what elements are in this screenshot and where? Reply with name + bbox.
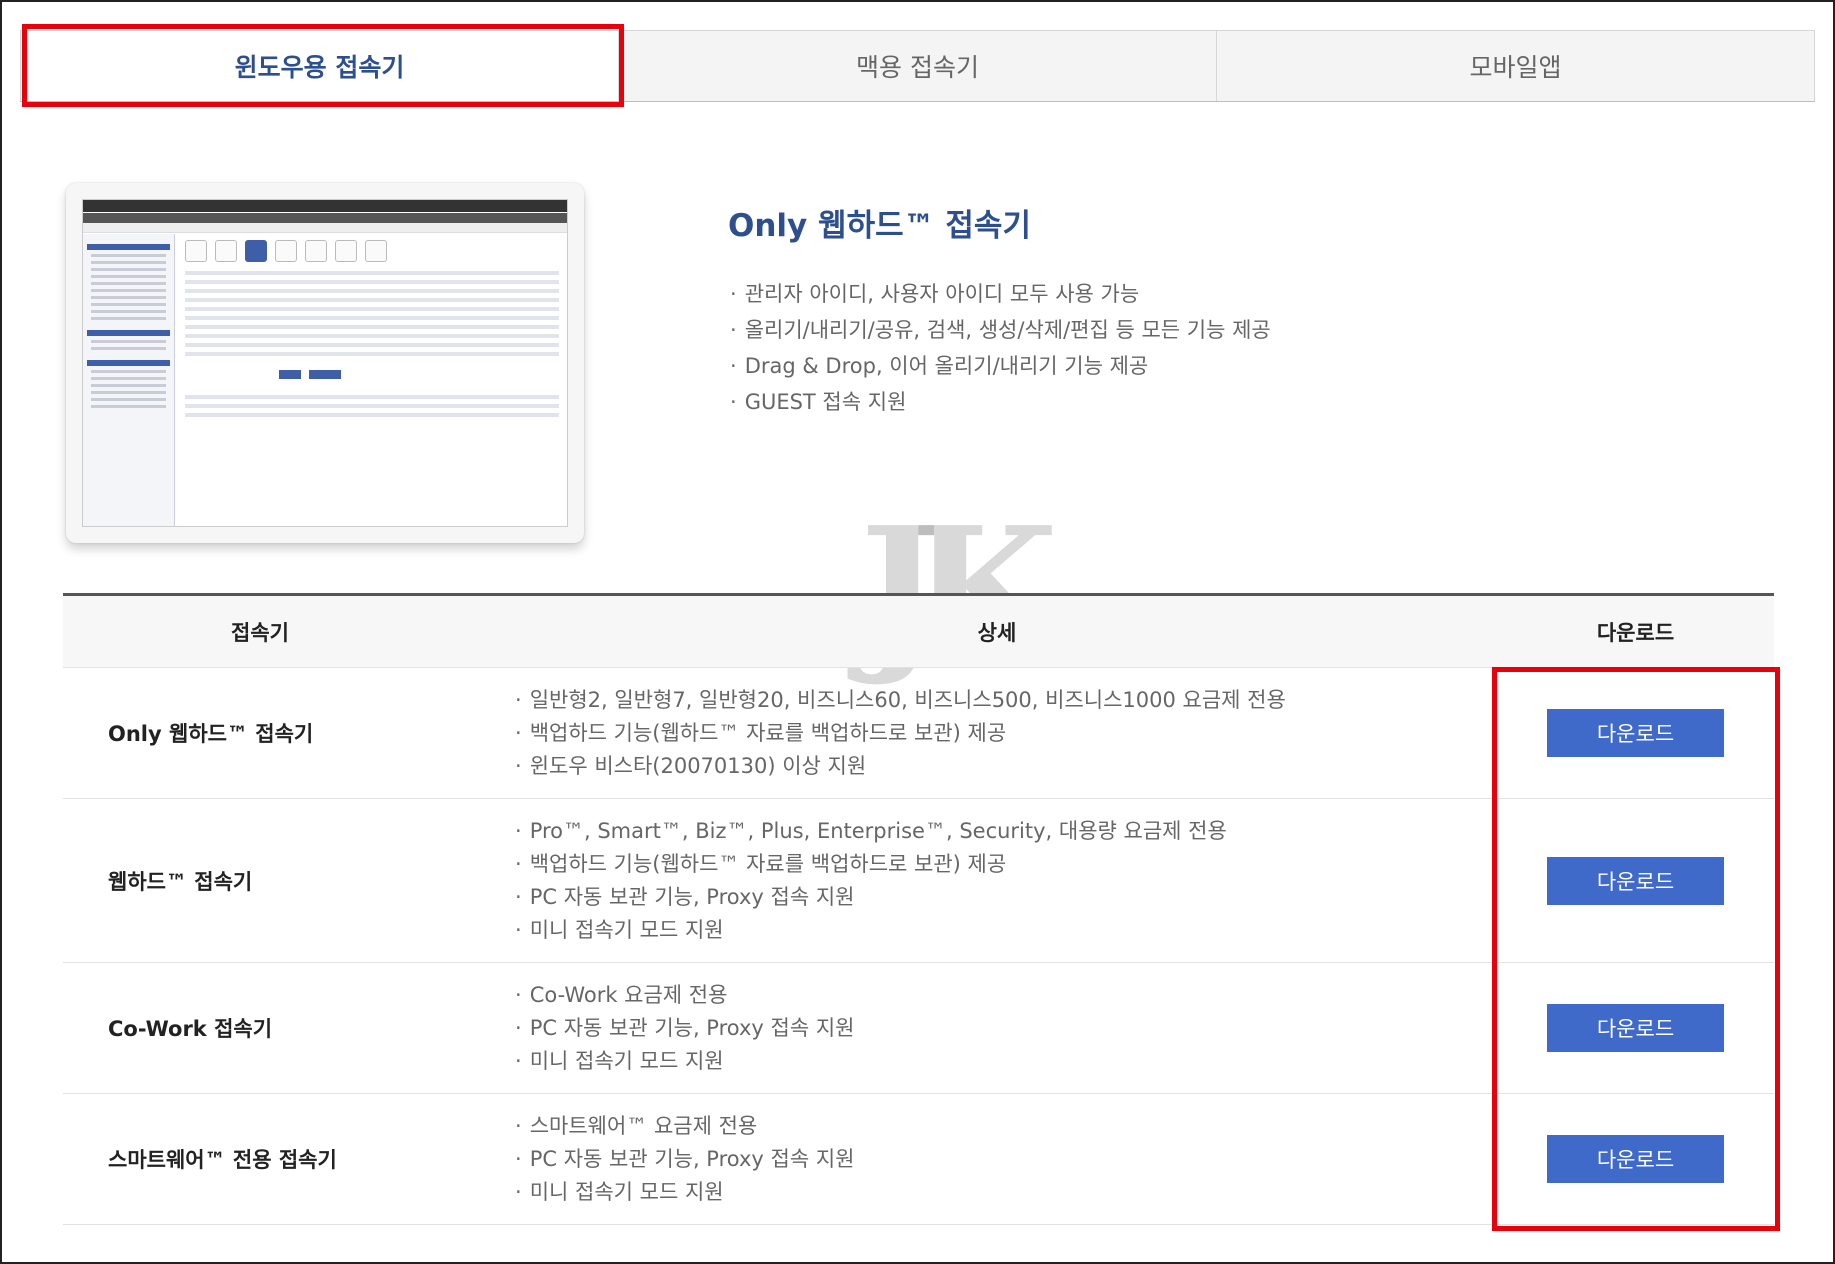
detail-item: PC 자동 보관 기능, Proxy 접속 지원	[515, 881, 1497, 914]
detail-item: 스마트웨어™ 요금제 전용	[515, 1110, 1497, 1143]
download-button-webhard[interactable]: 다운로드	[1547, 856, 1724, 905]
table-row: Co-Work 접속기 Co-Work 요금제 전용 PC 자동 보관 기능, …	[63, 963, 1774, 1094]
detail-list: Pro™, Smart™, Biz™, Plus, Enterprise™, S…	[63, 815, 1497, 947]
feature-item: 관리자 아이디, 사용자 아이디 모두 사용 가능	[730, 276, 1271, 312]
connector-preview-image	[66, 183, 584, 543]
feature-list: 관리자 아이디, 사용자 아이디 모두 사용 가능 올리기/내리기/공유, 검색…	[730, 276, 1271, 420]
tab-mobile-app[interactable]: 모바일앱	[1217, 30, 1815, 101]
header-download: 다운로드	[1596, 620, 1675, 645]
detail-item: PC 자동 보관 기능, Proxy 접속 지원	[515, 1012, 1497, 1045]
detail-item: PC 자동 보관 기능, Proxy 접속 지원	[515, 1143, 1497, 1176]
detail-item: 백업하드 기능(웹하드™ 자료를 백업하드로 보관) 제공	[515, 848, 1497, 881]
tab-mac-connector[interactable]: 맥용 접속기	[619, 30, 1217, 101]
detail-item: Pro™, Smart™, Biz™, Plus, Enterprise™, S…	[515, 815, 1497, 848]
detail-item: 윈도우 비스타(20070130) 이상 지원	[515, 750, 1497, 783]
download-button-only-webhard[interactable]: 다운로드	[1547, 709, 1724, 757]
tab-windows-connector[interactable]: 윈도우용 접속기	[20, 30, 619, 101]
download-button-smartware[interactable]: 다운로드	[1547, 1135, 1724, 1183]
table-row: 스마트웨어™ 전용 접속기 스마트웨어™ 요금제 전용 PC 자동 보관 기능,…	[63, 1094, 1774, 1225]
connector-table: 접속기 상세 다운로드 Only 웹하드™ 접속기 일반형2, 일반형7, 일반…	[63, 593, 1774, 1225]
detail-item: 백업하드 기능(웹하드™ 자료를 백업하드로 보관) 제공	[515, 717, 1497, 750]
detail-list: Co-Work 요금제 전용 PC 자동 보관 기능, Proxy 접속 지원 …	[63, 979, 1497, 1078]
header-detail: 상세	[977, 620, 1017, 645]
product-title: Only 웹하드™ 접속기	[728, 208, 1031, 244]
detail-item: 미니 접속기 모드 지원	[515, 914, 1497, 947]
table-row: Only 웹하드™ 접속기 일반형2, 일반형7, 일반형20, 비즈니스60,…	[63, 668, 1774, 799]
feature-item: Drag & Drop, 이어 올리기/내리기 기능 제공	[730, 348, 1271, 384]
tab-bar: 윈도우용 접속기 맥용 접속기 모바일앱	[20, 30, 1815, 102]
detail-list: 일반형2, 일반형7, 일반형20, 비즈니스60, 비즈니스500, 비즈니스…	[63, 684, 1497, 783]
detail-item: 미니 접속기 모드 지원	[515, 1176, 1497, 1209]
preview-window	[82, 199, 568, 527]
header-connector: 접속기	[231, 620, 289, 645]
table-row: 웹하드™ 접속기 Pro™, Smart™, Biz™, Plus, Enter…	[63, 799, 1774, 963]
detail-list: 스마트웨어™ 요금제 전용 PC 자동 보관 기능, Proxy 접속 지원 미…	[63, 1110, 1497, 1209]
download-button-cowork[interactable]: 다운로드	[1547, 1004, 1724, 1052]
detail-item: 일반형2, 일반형7, 일반형20, 비즈니스60, 비즈니스500, 비즈니스…	[515, 684, 1497, 717]
table-header: 접속기 상세 다운로드	[63, 596, 1774, 668]
feature-item: 올리기/내리기/공유, 검색, 생성/삭제/편집 등 모든 기능 제공	[730, 312, 1271, 348]
detail-item: 미니 접속기 모드 지원	[515, 1045, 1497, 1078]
detail-item: Co-Work 요금제 전용	[515, 979, 1497, 1012]
feature-item: GUEST 접속 지원	[730, 384, 1271, 420]
